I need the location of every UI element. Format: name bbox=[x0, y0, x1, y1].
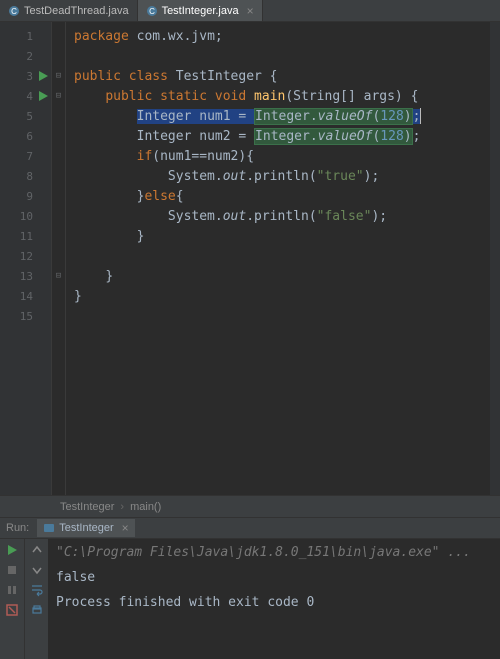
fold-column: ⊟ ⊟ ⊟ bbox=[52, 22, 66, 495]
tab-label: TestDeadThread.java bbox=[24, 5, 129, 17]
line-number: 13 bbox=[0, 270, 51, 283]
line-number: 9 bbox=[0, 190, 51, 203]
run-gutter-icon[interactable] bbox=[37, 70, 49, 82]
error-stripe[interactable] bbox=[490, 22, 500, 495]
line-number: 8 bbox=[0, 170, 51, 183]
pause-icon[interactable] bbox=[5, 583, 19, 597]
run-label: Run: bbox=[6, 522, 29, 534]
gutter: 1 2 3 4 5 6 7 8 9 10 11 12 13 14 15 bbox=[0, 22, 52, 495]
line-number: 6 bbox=[0, 130, 51, 143]
print-icon[interactable] bbox=[30, 603, 44, 617]
line-number: 12 bbox=[0, 250, 51, 263]
exit-icon[interactable] bbox=[5, 603, 19, 617]
up-icon[interactable] bbox=[30, 543, 44, 557]
breadcrumb: TestInteger › main() bbox=[0, 495, 500, 517]
console-cmd: "C:\Program Files\Java\jdk1.8.0_151\bin\… bbox=[56, 545, 492, 560]
fold-toggle-icon[interactable]: ⊟ bbox=[52, 86, 65, 106]
line-number: 2 bbox=[0, 50, 51, 63]
console-output[interactable]: "C:\Program Files\Java\jdk1.8.0_151\bin\… bbox=[48, 539, 500, 659]
fold-toggle-icon[interactable]: ⊟ bbox=[52, 66, 65, 86]
svg-text:C: C bbox=[11, 7, 17, 16]
breadcrumb-method[interactable]: main() bbox=[130, 501, 161, 513]
breadcrumb-class[interactable]: TestInteger bbox=[60, 501, 114, 513]
editor-tabs: C TestDeadThread.java C TestInteger.java… bbox=[0, 0, 500, 22]
code-editor[interactable]: package com.wx.jvm; public class TestInt… bbox=[66, 22, 500, 495]
rerun-icon[interactable] bbox=[5, 543, 19, 557]
run-panel: "C:\Program Files\Java\jdk1.8.0_151\bin\… bbox=[0, 539, 500, 659]
svg-text:C: C bbox=[149, 7, 155, 16]
run-toolbar-left bbox=[0, 539, 24, 659]
fold-end-icon[interactable]: ⊟ bbox=[52, 266, 65, 286]
down-icon[interactable] bbox=[30, 563, 44, 577]
console-line: Process finished with exit code 0 bbox=[56, 595, 492, 610]
line-number: 11 bbox=[0, 230, 51, 243]
close-icon[interactable]: × bbox=[122, 521, 129, 535]
java-class-icon: C bbox=[146, 5, 158, 17]
tab-testdeadthread[interactable]: C TestDeadThread.java bbox=[0, 0, 138, 21]
tab-testinteger[interactable]: C TestInteger.java × bbox=[138, 0, 263, 21]
caret bbox=[420, 108, 421, 124]
java-class-icon: C bbox=[8, 5, 20, 17]
editor-area: 1 2 3 4 5 6 7 8 9 10 11 12 13 14 15 ⊟ ⊟ … bbox=[0, 22, 500, 495]
run-tab[interactable]: TestInteger × bbox=[37, 519, 134, 537]
wrap-icon[interactable] bbox=[30, 583, 44, 597]
line-number: 5 bbox=[0, 110, 51, 123]
run-config-icon bbox=[43, 522, 55, 534]
close-icon[interactable]: × bbox=[247, 4, 254, 18]
run-gutter-icon[interactable] bbox=[37, 90, 49, 102]
run-tab-label: TestInteger bbox=[59, 522, 113, 534]
line-number: 10 bbox=[0, 210, 51, 223]
line-number: 1 bbox=[0, 30, 51, 43]
line-number: 14 bbox=[0, 290, 51, 303]
run-toolbar-right bbox=[24, 539, 48, 659]
stop-icon[interactable] bbox=[5, 563, 19, 577]
chevron-right-icon: › bbox=[120, 501, 124, 513]
line-number: 15 bbox=[0, 310, 51, 323]
run-toolwindow-header: Run: TestInteger × bbox=[0, 517, 500, 539]
tab-label: TestInteger.java bbox=[162, 5, 239, 17]
line-number: 7 bbox=[0, 150, 51, 163]
console-line: false bbox=[56, 570, 492, 585]
